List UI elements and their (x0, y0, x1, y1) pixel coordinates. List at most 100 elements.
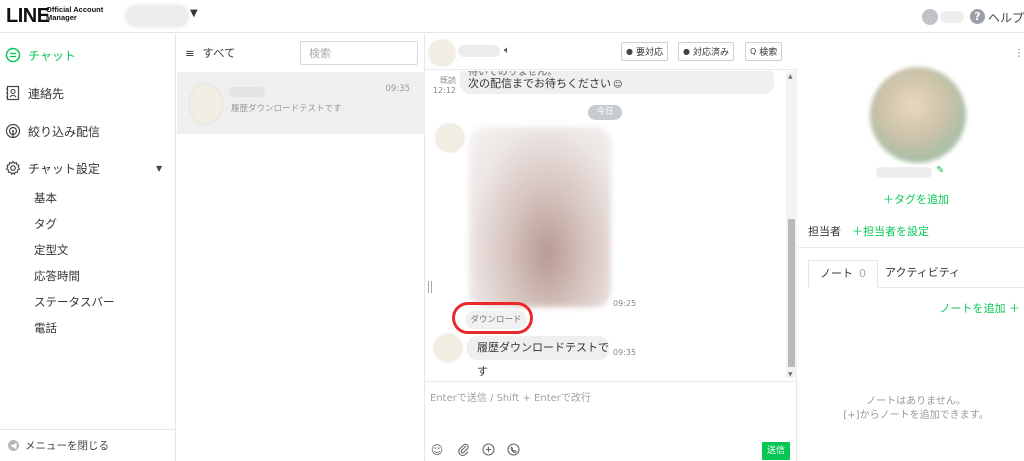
avatar[interactable] (429, 40, 455, 66)
search-icon: Q (750, 47, 757, 56)
tab-activity[interactable]: アクティビティ (874, 260, 971, 288)
sidebar-item-label: 連絡先 (28, 86, 65, 101)
collapse-menu-button[interactable]: ◀ メニューを閉じる (0, 429, 176, 461)
user-name[interactable] (940, 11, 964, 23)
message-bubble: 履歴ダウンロードテストです (467, 336, 609, 378)
collapse-menu-label: メニューを閉じる (25, 440, 109, 452)
chat-panel: 🔈︎ ● 要対応 ● 対応済み Q 検索 待いてのりません。 次の配信までお待ち… (426, 34, 797, 461)
sidebar-item-contacts[interactable]: 連絡先 (0, 80, 176, 106)
message-bubble: 待いてのりません。 次の配信までお待ちください ☺ (460, 71, 774, 94)
read-time: 12:12 (432, 86, 456, 95)
sidebar-item-broadcast[interactable]: 絞り込み配信 (0, 118, 176, 144)
contact-name (458, 45, 500, 57)
caret-down-icon[interactable]: ▼ (190, 8, 198, 19)
sidebar-item-chat[interactable]: チャット (0, 42, 176, 68)
empty-notes-line2: [+]からノートを追加できます。 (843, 410, 989, 421)
filter-dropdown[interactable]: ≡ すべて (185, 45, 236, 61)
sidebar-item-label: 絞り込み配信 (28, 124, 101, 139)
avatar[interactable] (436, 124, 464, 152)
chat-list-time: 09:35 (385, 84, 411, 94)
sidebar-subitem-templates[interactable]: 定型文 (34, 242, 69, 258)
broadcast-icon (5, 123, 21, 139)
message-area: 待いてのりません。 次の配信までお待ちください ☺ 既読 12:12 今日 09:… (426, 71, 786, 378)
chat-bubble-icon (5, 47, 21, 63)
line-logo[interactable]: LINE (6, 5, 50, 28)
message-composer: ☺ 送信 (426, 381, 797, 461)
chat-bubble-icon: ● (683, 47, 690, 56)
sidebar-subitem-basic[interactable]: 基本 (34, 190, 57, 206)
image-message[interactable] (469, 127, 611, 307)
sidebar-subitem-status-bar[interactable]: ステータスバー (34, 294, 115, 310)
logo-subtitle: Official Account Manager (46, 6, 103, 22)
needs-action-button[interactable]: ● 要対応 (621, 42, 668, 61)
sidebar-subitem-phone[interactable]: 電話 (34, 320, 57, 336)
contacts-icon (5, 85, 21, 101)
owner-label: 担当者 (808, 225, 841, 238)
read-receipt: 既読 12:12 (432, 76, 456, 96)
account-switcher[interactable] (126, 6, 188, 26)
scrollbar-thumb[interactable] (788, 219, 795, 367)
sidebar-item-label: チャット設定 (28, 161, 100, 176)
phone-icon[interactable] (506, 443, 520, 457)
message-time: 09:35 (613, 348, 637, 357)
caret-down-icon: ▼ (156, 163, 163, 173)
download-button[interactable]: ダウンロード (465, 311, 527, 329)
paperclip-icon[interactable] (456, 443, 470, 457)
message-text-content: 次の配信までお待ちください (468, 77, 611, 90)
add-tag-link[interactable]: ＋タグを追加 (798, 191, 1024, 207)
help-link[interactable]: ヘルプ (988, 9, 1024, 26)
divider (798, 247, 1024, 248)
chat-list-panel: ≡ すべて 09:35 履歴ダウンロードテストです (177, 34, 425, 461)
notes-count: 0 (859, 267, 866, 280)
emoji-icon: ☺ (613, 80, 623, 90)
logo-subtitle-line2: Manager (46, 13, 77, 22)
scroll-up-icon[interactable]: ▲ (788, 73, 793, 80)
menu-icon: ≡ (185, 46, 195, 60)
scrollbar[interactable]: ▲ ▼ (786, 71, 797, 378)
filter-label: すべて (202, 46, 236, 60)
resolved-button[interactable]: ● 対応済み (678, 42, 734, 61)
more-options-icon[interactable]: ⋮ (1014, 48, 1024, 59)
avatar (190, 84, 222, 124)
sidebar-subitem-tags[interactable]: タグ (34, 216, 57, 232)
message-time: 09:25 (613, 299, 637, 308)
search-button[interactable]: Q 検索 (745, 42, 783, 61)
needs-action-label: 要対応 (635, 48, 663, 58)
top-bar: LINE Official Account Manager ▼ ? ヘルプ (0, 0, 1024, 33)
avatar[interactable] (434, 334, 462, 362)
add-template-icon[interactable] (481, 443, 495, 457)
contact-name (229, 87, 265, 97)
gear-icon (5, 160, 21, 176)
profile-tabs: ノート 0 アクティビティ (808, 260, 1024, 288)
sidebar-item-label: チャット (28, 48, 76, 63)
user-avatar[interactable] (922, 9, 938, 25)
empty-notes-line1: ノートはありません。 (866, 396, 966, 407)
sidebar-subitem-response-hours[interactable]: 応答時間 (34, 268, 80, 284)
emoji-icon[interactable]: ☺ (430, 443, 444, 457)
chevron-left-icon: ◀ (8, 440, 19, 451)
search-input[interactable] (300, 41, 418, 65)
resize-handle[interactable] (428, 281, 432, 293)
send-button[interactable]: 送信 (762, 442, 790, 460)
profile-picture (870, 67, 966, 163)
tab-notes-label: ノート (820, 267, 853, 280)
message-text: 次の配信までお待ちください ☺ (468, 78, 766, 91)
pencil-icon[interactable]: ✎ (936, 165, 944, 176)
add-note-link[interactable]: ノートを追加 ＋ (940, 300, 1021, 316)
empty-notes-message: ノートはありません。 [+]からノートを追加できます。 (798, 395, 1024, 423)
chat-list-preview: 履歴ダウンロードテストです (231, 104, 342, 114)
chat-list-item[interactable]: 09:35 履歴ダウンロードテストです (177, 72, 425, 134)
sidebar-item-chat-settings[interactable]: チャット設定 ▼ (0, 155, 176, 181)
profile-name (876, 167, 932, 178)
speaker-icon[interactable]: 🔈︎ (504, 45, 510, 56)
set-owner-link[interactable]: ＋担当者を設定 (852, 223, 929, 239)
read-label: 既読 (440, 76, 456, 85)
sidebar: チャット 連絡先 絞り込み配信 チャット設定 ▼ 基本 タグ 定型文 応答時間 … (0, 34, 176, 461)
resolved-label: 対応済み (692, 48, 729, 58)
tab-notes[interactable]: ノート 0 (808, 260, 878, 288)
help-icon[interactable]: ? (970, 9, 985, 24)
date-separator: 今日 (588, 105, 622, 120)
chat-header: 🔈︎ ● 要対応 ● 対応済み Q 検索 (426, 34, 797, 70)
scroll-down-icon[interactable]: ▼ (788, 371, 793, 378)
message-input[interactable] (426, 382, 796, 434)
